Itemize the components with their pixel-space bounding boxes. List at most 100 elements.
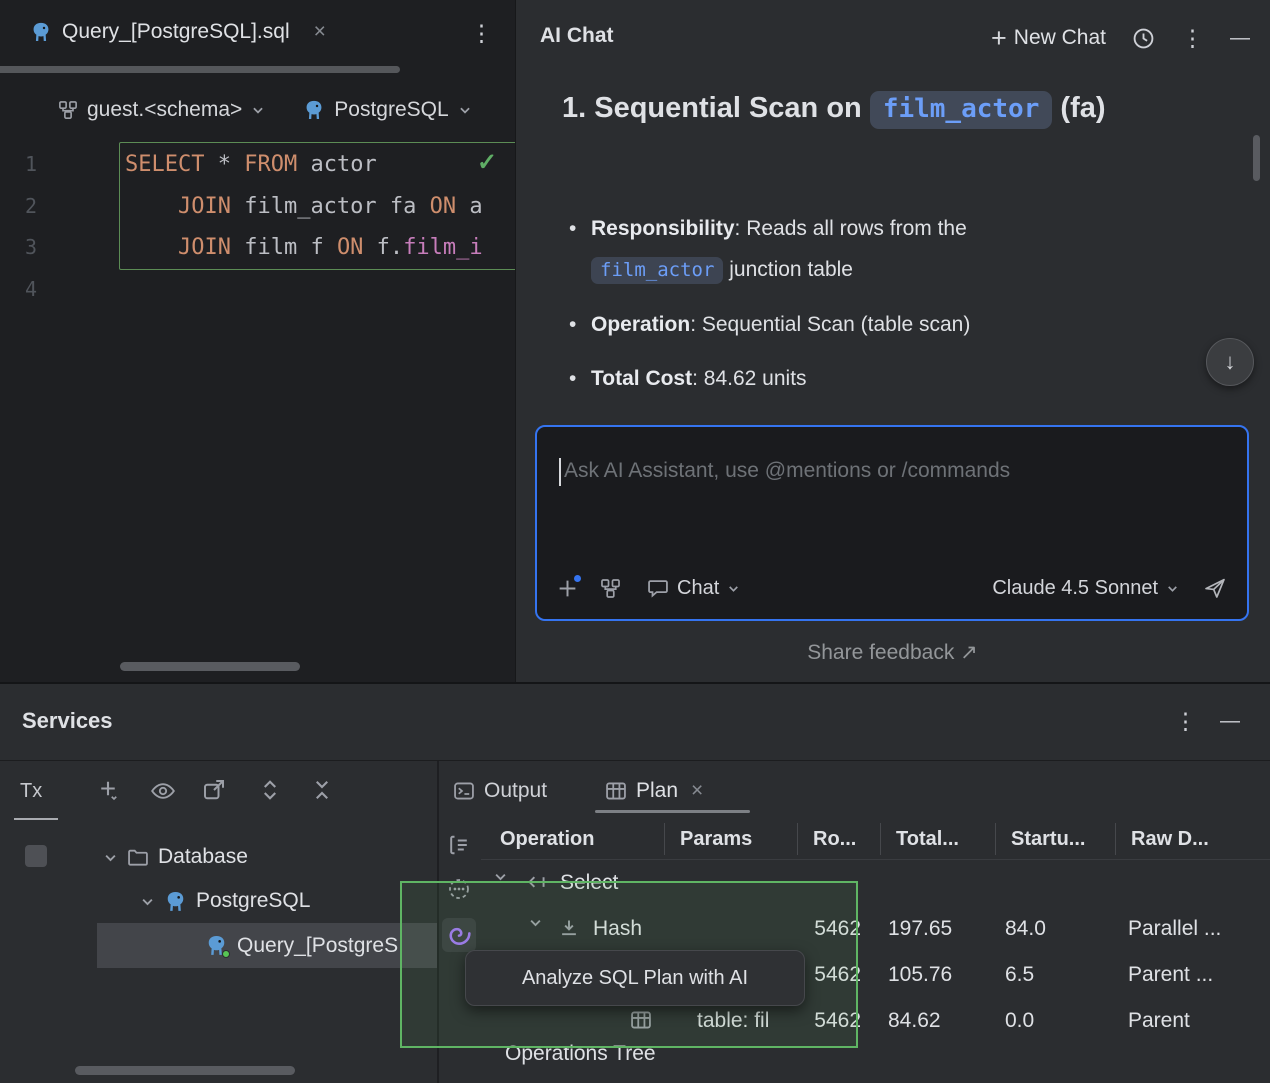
column-header[interactable]: Total... <box>896 818 959 860</box>
sql-keyword: ON <box>430 194 457 219</box>
tx-mode-button[interactable]: Tx <box>20 780 42 803</box>
editor-tab[interactable]: Query_[PostgreSQL].sql × <box>0 0 326 64</box>
schema-selector[interactable]: guest.<schema> <box>58 98 265 122</box>
tx-selected-underline <box>14 818 58 820</box>
notification-dot <box>574 575 581 582</box>
chevron-down-icon <box>103 850 118 865</box>
column-divider[interactable] <box>664 823 665 855</box>
plan-startup-cost: 84.0 <box>1005 906 1046 952</box>
postgresql-icon <box>303 99 325 121</box>
tooltip-text: Analyze SQL Plan with AI <box>522 967 748 990</box>
ide-window: Query_[PostgreSQL].sql × ⋮ guest.<schema… <box>0 0 1270 1083</box>
new-chat-button[interactable]: + New Chat <box>991 25 1106 52</box>
preview-eye-icon[interactable] <box>150 780 176 802</box>
plan-total-cost: 105.76 <box>888 952 952 998</box>
editor-horizontal-scrollbar[interactable] <box>120 662 300 671</box>
line-number: 1 <box>0 144 40 186</box>
ai-input-toolbar: Chat Claude 4.5 Sonnet <box>557 571 1227 605</box>
plan-row-select[interactable]: Select <box>437 860 1270 906</box>
bullet-label: Total Cost <box>591 367 692 390</box>
plan-text-view-icon[interactable] <box>442 828 476 862</box>
chevron-down-icon[interactable] <box>493 869 508 884</box>
column-divider[interactable] <box>797 823 798 855</box>
tree-horizontal-scrollbar[interactable] <box>75 1066 295 1075</box>
tab-strip-scrollbar[interactable] <box>0 66 400 73</box>
column-divider[interactable] <box>880 823 881 855</box>
sql-text: film f <box>231 235 337 260</box>
arrow-down-icon: ↓ <box>1225 349 1236 375</box>
chat-mode-label: Chat <box>677 577 719 600</box>
sql-text <box>125 235 178 260</box>
attach-schema-icon[interactable] <box>600 578 621 599</box>
tab-output[interactable]: Output <box>453 770 547 812</box>
sql-text <box>125 194 178 219</box>
bullet-dot: • <box>569 304 576 345</box>
add-context-plus-icon[interactable] <box>557 578 578 599</box>
bullet-text: junction table <box>723 258 853 281</box>
tree-item-label: PostgreSQL <box>196 889 310 913</box>
tree-item-postgresql[interactable]: PostgreSQL <box>140 880 310 922</box>
add-button[interactable] <box>96 778 120 802</box>
plan-row-hash[interactable]: Hash 5462 197.65 84.0 Parallel ... <box>437 906 1270 952</box>
ai-chat-hide-icon[interactable]: — <box>1230 27 1250 50</box>
service-node-badge <box>25 845 47 867</box>
bullet-label: Operation <box>591 313 690 336</box>
plus-icon: + <box>991 25 1007 52</box>
collapse-all-icon[interactable] <box>310 778 334 802</box>
column-header[interactable]: Raw D... <box>1131 818 1209 860</box>
tree-item-label: Query_[PostgreS <box>237 934 398 958</box>
plan-table-header: Operation Params Ro... Total... Startu..… <box>481 818 1270 860</box>
heading-text: (fa) <box>1052 92 1105 124</box>
history-icon[interactable] <box>1132 27 1155 50</box>
datasource-selector[interactable]: PostgreSQL <box>303 98 471 122</box>
chat-mode-selector[interactable]: Chat <box>647 577 740 600</box>
bullet-item: • Responsibility: Reads all rows from th… <box>567 208 1087 291</box>
column-divider[interactable] <box>995 823 996 855</box>
chat-bubble-icon <box>647 577 669 599</box>
sql-text: * <box>204 152 244 177</box>
code-editor[interactable]: 1 2 3 4 SELECT * FROM actor JOIN film_ac… <box>0 142 515 682</box>
active-tab-underline <box>595 810 750 813</box>
editor-kebab-menu-icon[interactable]: ⋮ <box>470 22 493 45</box>
tx-label: Tx <box>20 780 42 802</box>
ai-chat-scrollbar[interactable] <box>1253 135 1260 181</box>
tree-item-query-selected[interactable]: Query_[PostgreS <box>97 923 437 968</box>
open-in-editor-icon[interactable] <box>202 778 226 802</box>
sql-text: actor <box>297 152 376 177</box>
chevron-down-icon <box>251 103 265 117</box>
line-number: 2 <box>0 186 40 228</box>
column-header[interactable]: Operation <box>500 818 594 860</box>
postgresql-file-icon <box>205 934 228 957</box>
sql-keyword: ON <box>337 235 364 260</box>
chevron-down-icon[interactable] <box>528 915 543 930</box>
column-header[interactable]: Startu... <box>1011 818 1085 860</box>
model-selector[interactable]: Claude 4.5 Sonnet <box>992 577 1179 600</box>
table-icon <box>605 780 627 802</box>
tab-close-icon[interactable]: × <box>314 20 326 44</box>
ai-chat-input[interactable]: Ask AI Assistant, use @mentions or /comm… <box>535 425 1249 621</box>
plan-total-cost: 84.62 <box>888 998 941 1044</box>
ai-chat-title: AI Chat <box>540 24 614 48</box>
table-icon <box>630 1009 652 1031</box>
tab-close-icon[interactable]: × <box>691 779 703 803</box>
column-header[interactable]: Ro... <box>813 818 856 860</box>
ai-chat-kebab-menu-icon[interactable]: ⋮ <box>1181 27 1204 50</box>
plan-rows-value: 5462 <box>797 952 861 998</box>
chevron-down-icon <box>458 103 472 117</box>
tab-plan[interactable]: Plan × <box>605 770 703 812</box>
plan-operation: Hash <box>593 906 642 952</box>
code-line <box>125 269 515 311</box>
scroll-to-bottom-button[interactable]: ↓ <box>1206 338 1254 386</box>
expand-all-icon[interactable] <box>258 778 282 802</box>
services-panel: Services ⋮ — Tx Database <box>0 682 1270 1083</box>
plan-startup-cost: 0.0 <box>1005 998 1034 1044</box>
send-icon[interactable] <box>1203 576 1227 600</box>
column-header[interactable]: Params <box>680 818 752 860</box>
tree-item-label: Database <box>158 845 248 869</box>
plan-area: Output Plan × Operation <box>437 682 1270 1083</box>
tree-item-database[interactable]: Database <box>103 836 248 878</box>
share-feedback-link[interactable]: Share feedback ↗ <box>515 640 1270 665</box>
code-line: SELECT * FROM actor <box>125 144 515 186</box>
editor-toolbar: guest.<schema> PostgreSQL <box>0 84 515 136</box>
column-divider[interactable] <box>1115 823 1116 855</box>
